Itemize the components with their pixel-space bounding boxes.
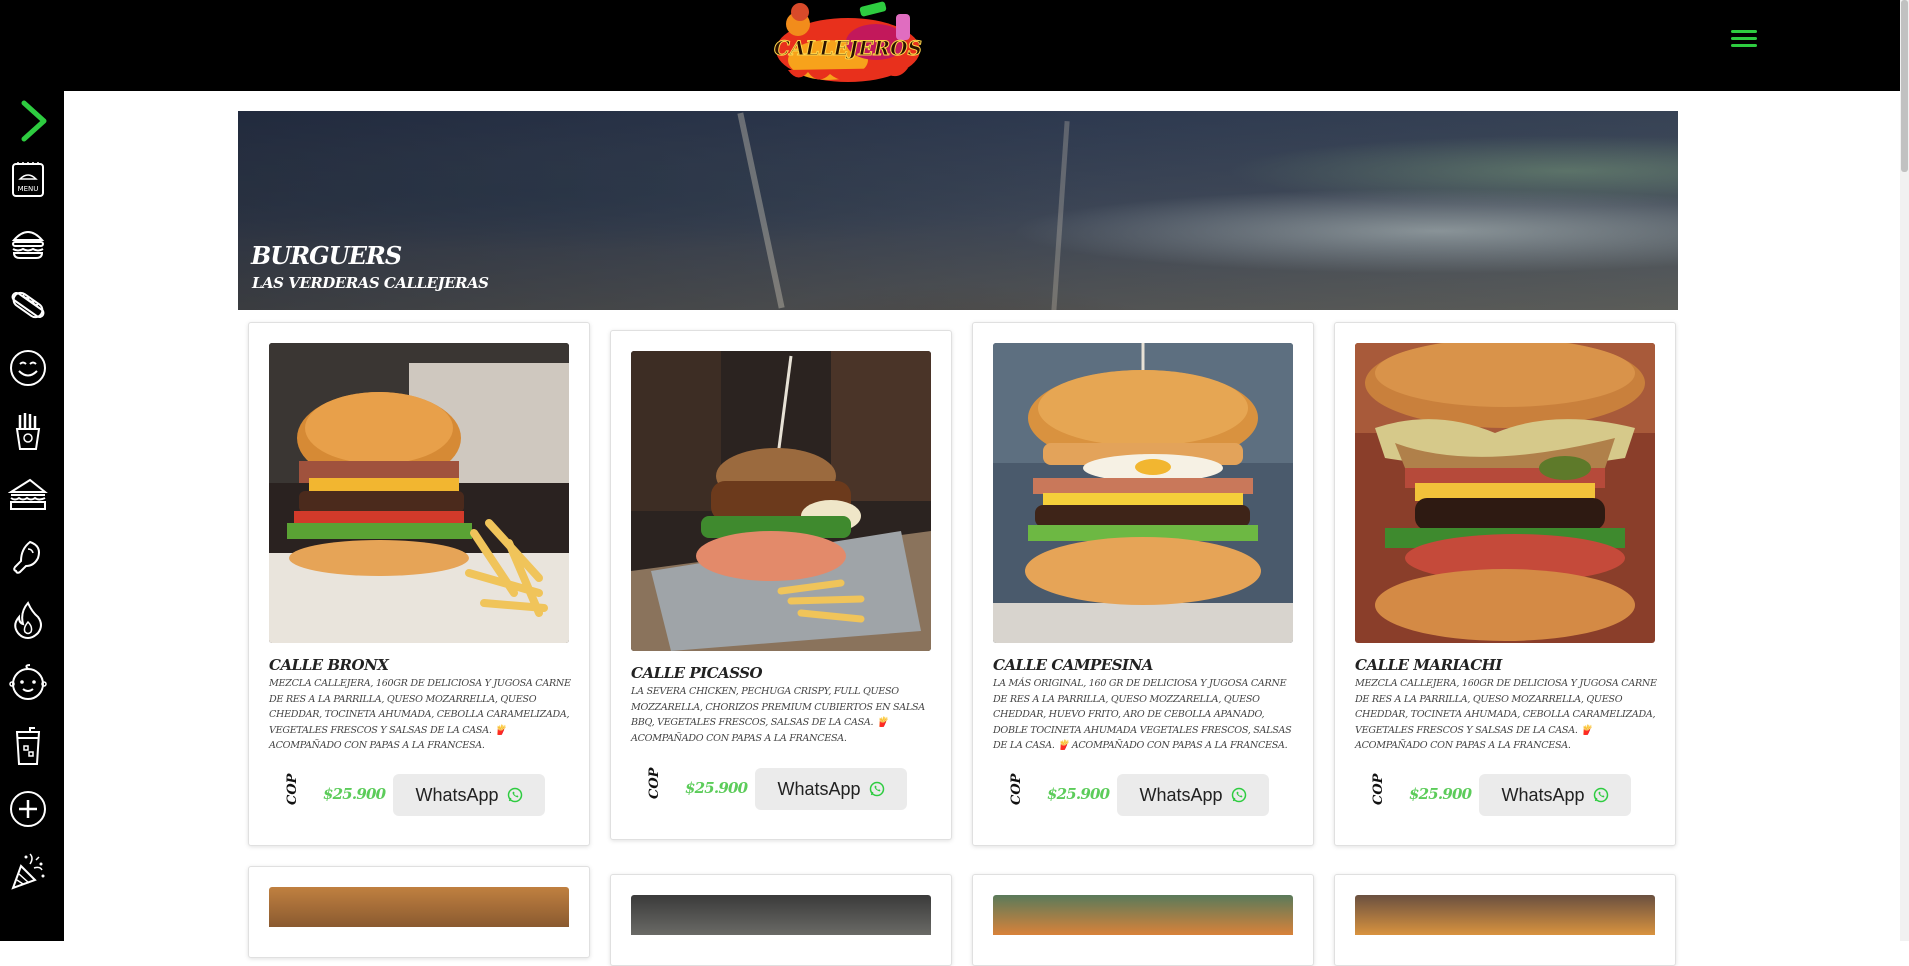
product-card: CALLE CAMPESINA LA MÁS ORIGINAL, 160 GR … (972, 322, 1314, 846)
product-description: MEZCLA CALLEJERA, 160GR DE DELICIOSA Y J… (269, 678, 571, 751)
whatsapp-order-button[interactable]: WhatsApp (1479, 774, 1631, 816)
sidebar-menu-label: MENU (18, 185, 39, 193)
product-card: CALLE PICASSO LA SEVERA CHICKEN, PECHUGA… (610, 330, 952, 840)
currency-label: COP (285, 773, 300, 805)
product-card (610, 874, 952, 966)
drumstick-icon[interactable] (8, 537, 48, 577)
menu-board-icon[interactable]: MENU (8, 159, 48, 199)
price-row: COP $25.900 WhatsApp (1335, 774, 1675, 816)
sandwich-icon[interactable] (8, 474, 48, 514)
product-card (972, 874, 1314, 966)
category-sidebar: MENU (0, 91, 64, 941)
currency-label: COP (1371, 773, 1386, 805)
price-row: COP $25.900 WhatsApp (611, 768, 951, 810)
callejeros-logo[interactable]: CALLEJEROS (768, 0, 928, 86)
whatsapp-order-button[interactable]: WhatsApp (1117, 774, 1269, 816)
whatsapp-icon (869, 781, 884, 797)
chevron-right-icon[interactable] (8, 97, 56, 145)
plus-circle-icon[interactable] (8, 789, 48, 829)
whatsapp-button-label: WhatsApp (1139, 784, 1223, 805)
product-image[interactable] (269, 887, 569, 927)
product-card: CALLE BRONX MEZCLA CALLEJERA, 160GR DE D… (248, 322, 590, 846)
party-popper-icon[interactable] (8, 852, 48, 892)
product-image[interactable] (993, 895, 1293, 935)
product-image-calle-bronx[interactable] (269, 343, 569, 643)
product-description: LA SEVERA CHICKEN, PECHUGA CRISPY, FULL … (631, 686, 925, 744)
product-price: $25.900 (1047, 785, 1110, 803)
product-image[interactable] (631, 895, 931, 935)
product-description: MEZCLA CALLEJERA, 160GR DE DELICIOSA Y J… (1355, 678, 1657, 751)
flame-icon[interactable] (8, 600, 48, 640)
hotdog-icon[interactable] (8, 285, 48, 325)
top-header: CALLEJEROS (0, 0, 1900, 91)
product-price: $25.900 (323, 785, 386, 803)
whatsapp-icon (507, 787, 522, 803)
product-card (248, 866, 590, 958)
fries-icon[interactable] (8, 411, 48, 451)
category-subtitle: LAS VERDERAS CALLEJERAS (252, 274, 489, 292)
whatsapp-order-button[interactable]: WhatsApp (755, 768, 907, 810)
currency-label: COP (647, 767, 662, 799)
baby-face-icon[interactable] (8, 663, 48, 703)
price-row: COP $25.900 WhatsApp (249, 774, 589, 816)
product-name: CALLE CAMPESINA (993, 656, 1153, 674)
smiley-icon[interactable] (8, 348, 48, 388)
product-price: $25.900 (1409, 785, 1472, 803)
product-card: CALLE MARIACHI MEZCLA CALLEJERA, 160GR D… (1334, 322, 1676, 846)
product-price: $25.900 (685, 779, 748, 797)
product-name: CALLE BRONX (269, 656, 389, 674)
product-image-calle-campesina[interactable] (993, 343, 1293, 643)
product-name: CALLE MARIACHI (1355, 656, 1502, 674)
drink-icon[interactable] (8, 726, 48, 766)
product-image-calle-mariachi[interactable] (1355, 343, 1655, 643)
whatsapp-button-label: WhatsApp (1501, 784, 1585, 805)
scrollbar-thumb[interactable] (1901, 0, 1908, 172)
product-image[interactable] (1355, 895, 1655, 935)
price-row: COP $25.900 WhatsApp (973, 774, 1313, 816)
product-image-calle-picasso[interactable] (631, 351, 931, 651)
hamburger-menu-button[interactable] (1724, 26, 1764, 60)
category-title: BURGUERS (251, 241, 402, 270)
whatsapp-button-label: WhatsApp (777, 778, 861, 799)
burger-icon[interactable] (8, 222, 48, 262)
product-name: CALLE PICASSO (631, 664, 763, 682)
page-scrollbar[interactable] (1900, 0, 1909, 941)
whatsapp-icon (1231, 787, 1246, 803)
whatsapp-icon (1593, 787, 1608, 803)
hamburger-icon (1731, 30, 1757, 33)
currency-label: COP (1009, 773, 1024, 805)
whatsapp-button-label: WhatsApp (415, 784, 499, 805)
category-banner: BURGUERS LAS VERDERAS CALLEJERAS (238, 111, 1678, 310)
whatsapp-order-button[interactable]: WhatsApp (393, 774, 545, 816)
product-description: LA MÁS ORIGINAL, 160 GR DE DELICIOSA Y J… (993, 678, 1292, 751)
svg-text:CALLEJEROS: CALLEJEROS (774, 36, 922, 60)
product-card (1334, 874, 1676, 966)
